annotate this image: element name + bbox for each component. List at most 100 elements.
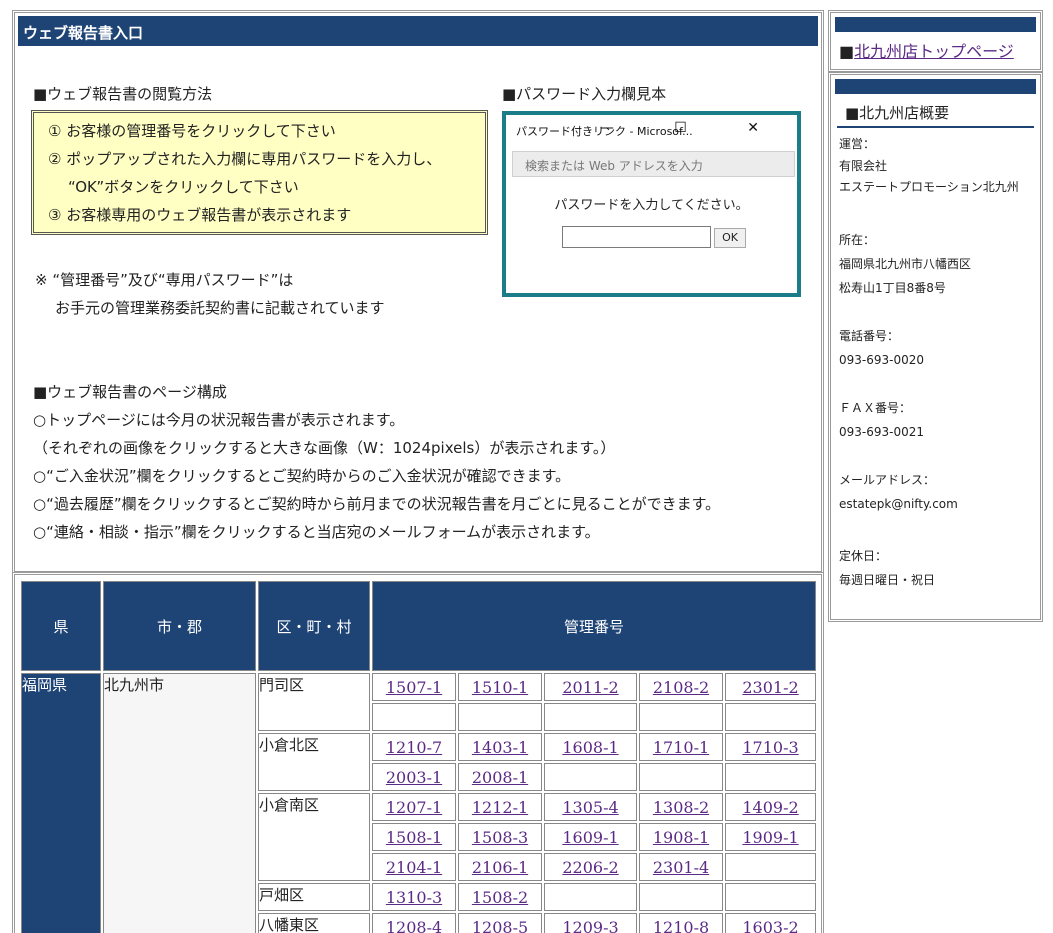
management-number-cell: 2003-1 <box>372 763 456 791</box>
management-number-cell: 1603-2 <box>725 913 816 933</box>
address-line: 松寿山1丁目8番8号 <box>839 281 946 295</box>
management-number-link[interactable]: 1507-1 <box>386 678 442 697</box>
store-info-box: ■北九州店概要 運営： 有限会社 エステートプロモーション北九州 所在： 福岡県… <box>828 72 1043 622</box>
management-number-link[interactable]: 2206-2 <box>562 858 618 877</box>
management-number-cell <box>725 763 816 791</box>
management-number-cell: 1508-3 <box>458 823 542 851</box>
management-number-link[interactable]: 1310-3 <box>386 888 442 907</box>
management-number-link[interactable]: 2301-4 <box>653 858 709 877</box>
management-number-link[interactable]: 1209-3 <box>562 918 618 933</box>
sample-window-titlebar: パスワード付きリンク - Microsof... — ☐ ✕ <box>506 115 797 145</box>
management-number-cell: 1508-2 <box>458 883 542 911</box>
holiday-label: 定休日： <box>839 549 888 563</box>
management-number-link[interactable]: 1212-1 <box>472 798 528 817</box>
operator-line: 有限会社 <box>839 159 888 173</box>
management-number-cell: 1508-1 <box>372 823 456 851</box>
table-body: 福岡県 北九州市 門司区 1507-1 1510-1 2011-2 2108-2 2301-2… <box>21 673 816 933</box>
management-number-link[interactable]: 1603-2 <box>742 918 798 933</box>
management-number-link[interactable]: 2301-2 <box>742 678 798 697</box>
table-row: 福岡県 北九州市 門司区 1507-1 1510-1 2011-2 2108-2 2301-2 <box>21 673 816 933</box>
sidebar-header-bar <box>835 17 1036 32</box>
management-number-cell: 2206-2 <box>544 853 637 881</box>
management-number-cell <box>725 703 816 731</box>
ward-cell: 小倉北区 <box>258 733 370 791</box>
management-number-cell: 2106-1 <box>458 853 542 881</box>
management-number-cell: 2301-2 <box>725 673 816 701</box>
address-label: 所在： <box>839 233 876 247</box>
ward-cell: 門司区 <box>258 673 370 731</box>
management-number-cell: 1308-2 <box>639 793 723 821</box>
address-line: 福岡県北九州市八幡西区 <box>839 257 972 271</box>
management-number-link[interactable]: 2108-2 <box>653 678 709 697</box>
structure-line: ○“過去履歴”欄をクリックするとご契約時から前月までの状況報告書を月ごとに見るこ… <box>33 495 721 513</box>
management-number-link[interactable]: 1210-8 <box>653 918 709 933</box>
fax-label: ＦＡＸ番号： <box>839 401 912 415</box>
management-number-link[interactable]: 1305-4 <box>562 798 618 817</box>
header-prefecture: 県 <box>21 581 101 671</box>
management-number-link[interactable]: 1208-4 <box>386 918 442 933</box>
fax-value: 093-693-0021 <box>839 425 925 439</box>
management-number-link[interactable]: 1909-1 <box>742 828 798 847</box>
management-number-cell: 1608-1 <box>544 733 637 761</box>
management-number-cell: 1210-7 <box>372 733 456 761</box>
page-structure: ■ウェブ報告書のページ構成 ○トップページには今月の状況報告書が表示されます。 … <box>33 378 720 546</box>
sample-address-bar: 検索または Web アドレスを入力 <box>512 151 795 177</box>
structure-heading: ■ウェブ報告書のページ構成 <box>33 383 227 401</box>
management-number-cell: 1510-1 <box>458 673 542 701</box>
management-number-cell: 1609-1 <box>544 823 637 851</box>
email-value: estatepk@nifty.com <box>839 497 958 511</box>
web-report-panel: ウェブ報告書入口 ■ウェブ報告書の閲覧方法 ① お客様の管理番号をクリックして下… <box>12 10 824 574</box>
management-number-link[interactable]: 1403-1 <box>472 738 528 757</box>
management-number-link[interactable]: 1710-3 <box>742 738 798 757</box>
management-number-cell: 1909-1 <box>725 823 816 851</box>
management-number-cell: 2301-4 <box>639 853 723 881</box>
password-note: ※ “管理番号”及び“専用パスワード”は お手元の管理業務委託契約書に記載されて… <box>35 266 385 322</box>
management-number-cell: 2108-2 <box>639 673 723 701</box>
management-number-link[interactable]: 1908-1 <box>653 828 709 847</box>
note-line: ※ “管理番号”及び“専用パスワード”は <box>35 271 294 289</box>
header-city: 市・郡 <box>103 581 256 671</box>
management-number-link[interactable]: 1608-1 <box>562 738 618 757</box>
phone-label: 電話番号： <box>839 329 900 343</box>
management-number-link[interactable]: 2008-1 <box>472 768 528 787</box>
management-number-link[interactable]: 1508-3 <box>472 828 528 847</box>
management-number-link[interactable]: 2106-1 <box>472 858 528 877</box>
management-number-link[interactable]: 1710-1 <box>653 738 709 757</box>
operator-label: 運営： <box>839 137 876 151</box>
management-number-cell: 1208-4 <box>372 913 456 933</box>
prefecture-cell: 福岡県 <box>21 673 101 933</box>
management-number-cell <box>544 883 637 911</box>
management-number-cell: 1212-1 <box>458 793 542 821</box>
management-number-link[interactable]: 2011-2 <box>562 678 618 697</box>
sidebar-top-box: ■北九州店トップページ <box>828 10 1043 72</box>
instructions-box: ① お客様の管理番号をクリックして下さい ② ポップアップされた入力欄に専用パス… <box>31 110 488 235</box>
management-number-panel: 県 市・郡 区・町・村 管理番号 福岡県 北九州市 門司区 1507-1 1510-1 2… <box>12 572 824 933</box>
howto-heading: ■ウェブ報告書の閲覧方法 <box>33 85 213 103</box>
management-number-link[interactable]: 2003-1 <box>386 768 442 787</box>
management-number-cell: 2011-2 <box>544 673 637 701</box>
management-number-cell: 1710-3 <box>725 733 816 761</box>
management-number-link[interactable]: 1508-1 <box>386 828 442 847</box>
store-info-heading: ■北九州店概要 <box>837 102 1034 128</box>
management-number-cell: 1409-2 <box>725 793 816 821</box>
instruction-step: ② ポップアップされた入力欄に専用パスワードを入力し、 <box>48 150 442 168</box>
sample-prompt: パスワードを入力してください。 <box>554 198 749 213</box>
management-number-cell <box>639 883 723 911</box>
header-ward: 区・町・村 <box>258 581 370 671</box>
management-number-link[interactable]: 2104-1 <box>386 858 442 877</box>
management-number-cell: 2008-1 <box>458 763 542 791</box>
management-number-link[interactable]: 1210-7 <box>386 738 442 757</box>
management-number-cell: 2104-1 <box>372 853 456 881</box>
structure-line: ○“ご入金状況”欄をクリックするとご契約時からのご入金状況が確認できます。 <box>33 467 571 485</box>
management-number-link[interactable]: 1508-2 <box>472 888 528 907</box>
management-number-link[interactable]: 1510-1 <box>472 678 528 697</box>
management-number-cell <box>458 703 542 731</box>
password-sample-heading: ■パスワード入力欄見本 <box>502 85 667 103</box>
top-page-link[interactable]: 北九州店トップページ <box>854 42 1014 61</box>
management-number-link[interactable]: 1207-1 <box>386 798 442 817</box>
management-number-link[interactable]: 1609-1 <box>562 828 618 847</box>
management-number-link[interactable]: 1409-2 <box>742 798 798 817</box>
management-number-cell: 1403-1 <box>458 733 542 761</box>
management-number-link[interactable]: 1208-5 <box>472 918 528 933</box>
management-number-link[interactable]: 1308-2 <box>653 798 709 817</box>
